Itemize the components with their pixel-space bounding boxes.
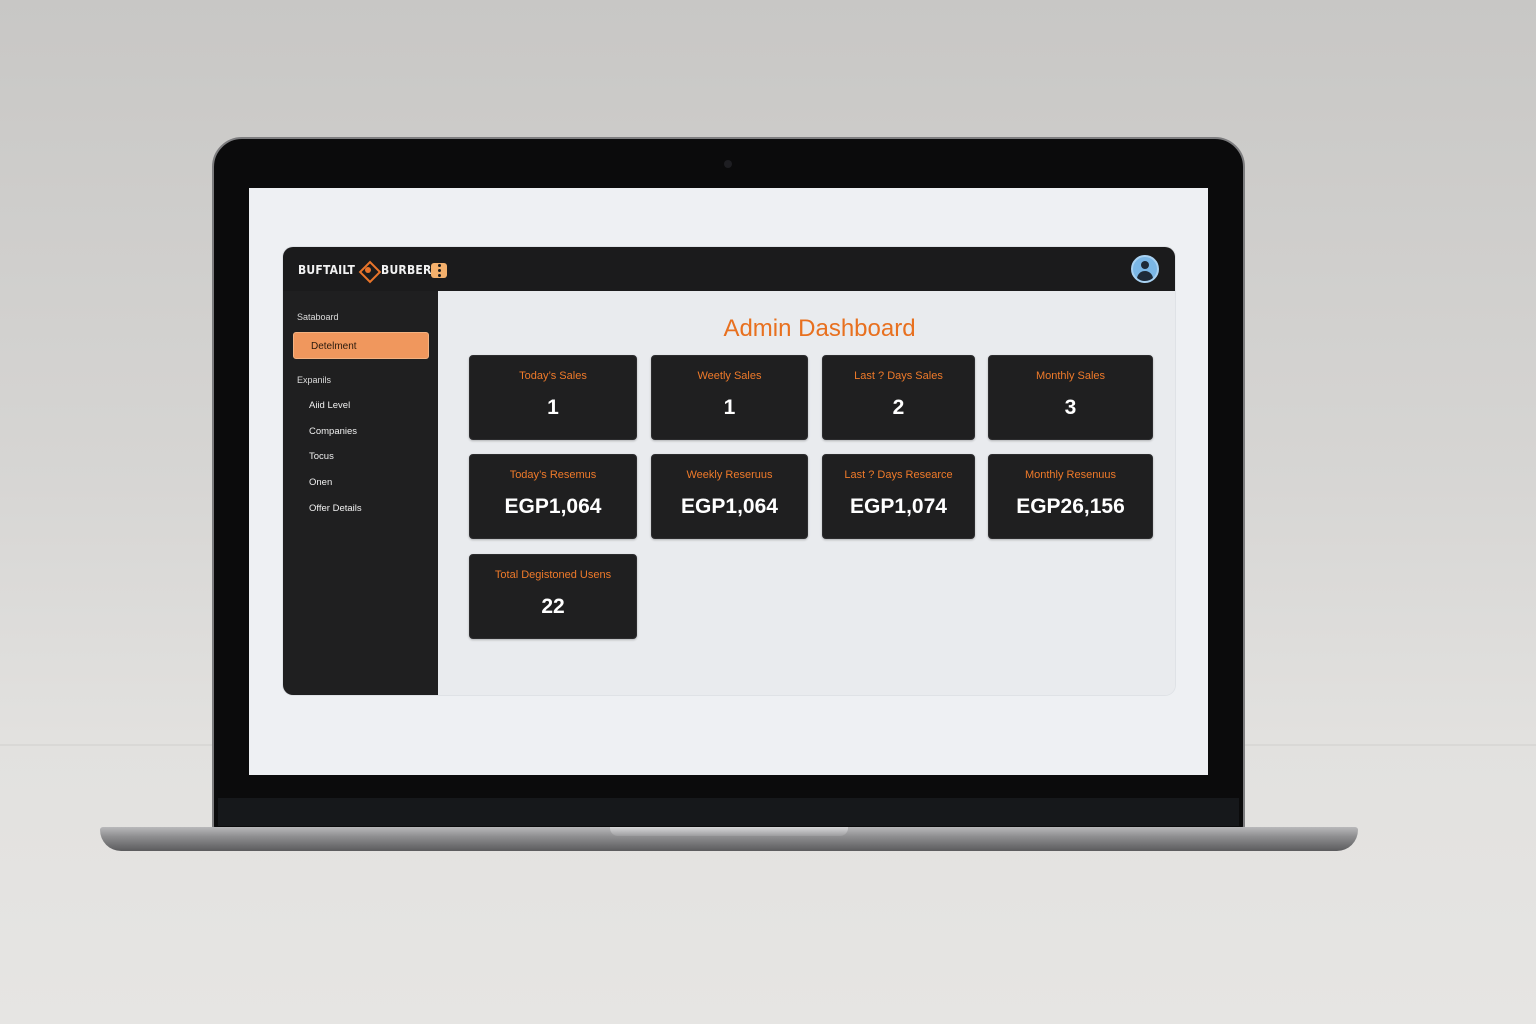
admin-app-window: BUFTAILT BURBER Sataboard Detelment Expa… bbox=[283, 247, 1175, 695]
stat-card-value: 3 bbox=[1064, 396, 1077, 419]
stat-card[interactable]: Weekly Reseruus EGP1,064 bbox=[651, 454, 808, 539]
stat-card-value: EGP26,156 bbox=[1016, 495, 1125, 518]
logo-text-right: BURBER bbox=[381, 263, 432, 277]
stat-card-label: Last ? Days Researce bbox=[844, 469, 953, 481]
sidebar-item[interactable]: Tocus bbox=[309, 451, 334, 462]
webcam bbox=[724, 160, 732, 168]
sidebar-section-heading: Expanils bbox=[297, 375, 332, 385]
stat-card[interactable]: Monthly Sales 3 bbox=[988, 355, 1153, 440]
laptop-bezel-bottom bbox=[218, 798, 1239, 826]
top-navbar: BUFTAILT BURBER bbox=[283, 247, 1175, 291]
stat-card[interactable]: Total Degistoned Usens 22 bbox=[469, 554, 637, 639]
stat-card[interactable]: Last ? Days Researce EGP1,074 bbox=[822, 454, 975, 539]
stat-card-label: Weekly Reseruus bbox=[686, 469, 773, 481]
stat-card-label: Monthly Resenuus bbox=[1024, 469, 1117, 481]
sidebar-item[interactable]: Companies bbox=[309, 426, 357, 437]
stat-card-value: EGP1,074 bbox=[850, 495, 947, 518]
stat-card-label: Monthly Sales bbox=[1035, 370, 1106, 382]
stat-card-value: 1 bbox=[547, 396, 559, 419]
stat-card[interactable]: Monthly Resenuus EGP26,156 bbox=[988, 454, 1153, 539]
sidebar-item[interactable]: Onen bbox=[309, 477, 332, 488]
sidebar: Sataboard Detelment Expanils Aiid Level … bbox=[283, 291, 438, 695]
stat-card[interactable]: Last ? Days Sales 2 bbox=[822, 355, 975, 440]
stat-card-value: EGP1,064 bbox=[681, 495, 778, 518]
sidebar-section-heading: Sataboard bbox=[297, 312, 339, 322]
sidebar-item-active[interactable]: Detelment bbox=[293, 332, 429, 359]
stat-card-label: Today’s Resemus bbox=[509, 469, 597, 481]
stat-card-value: EGP1,064 bbox=[504, 495, 602, 518]
user-avatar-icon[interactable] bbox=[1131, 255, 1159, 283]
stat-card-value: 2 bbox=[892, 396, 905, 419]
logo-text-left: BUFTAILT bbox=[298, 263, 356, 277]
stat-card-value: 22 bbox=[541, 595, 565, 618]
stat-card-label: Today’s Sales bbox=[519, 370, 587, 382]
stat-card[interactable]: Today’s Sales 1 bbox=[469, 355, 637, 440]
laptop-notch bbox=[610, 827, 848, 836]
stat-card-label: Weetly Sales bbox=[697, 370, 762, 382]
stat-card[interactable]: Weetly Sales 1 bbox=[651, 355, 808, 440]
diamond-logo-icon bbox=[359, 261, 377, 279]
menu-dots-icon[interactable] bbox=[431, 263, 447, 278]
stat-card-label: Last ? Days Sales bbox=[854, 370, 943, 382]
brand-logo[interactable]: BUFTAILT BURBER bbox=[298, 260, 431, 280]
laptop-screen: BUFTAILT BURBER Sataboard Detelment Expa… bbox=[249, 188, 1208, 775]
stat-card-value: 1 bbox=[723, 396, 736, 419]
main-content: Admin Dashboard Today’s Sales 1 Weetly S… bbox=[438, 291, 1175, 695]
sidebar-item[interactable]: Aiid Level bbox=[309, 400, 350, 411]
sidebar-item[interactable]: Offer Details bbox=[309, 503, 362, 514]
stat-card[interactable]: Today’s Resemus EGP1,064 bbox=[469, 454, 637, 539]
page-title: Admin Dashboard bbox=[723, 315, 916, 342]
stat-card-label: Total Degistoned Usens bbox=[494, 569, 612, 581]
